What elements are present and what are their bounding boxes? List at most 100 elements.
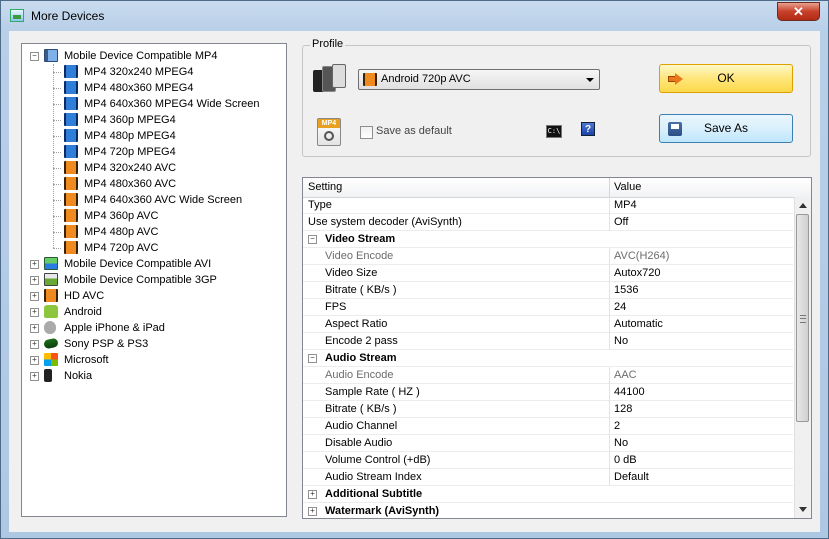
save-as-button[interactable]: Save As [659, 114, 793, 143]
tree-item-row[interactable]: MP4 720p MPEG4 [22, 144, 284, 160]
close-button[interactable]: ✕ [777, 2, 820, 21]
grid-property-row[interactable]: Encode 2 pass No [303, 333, 793, 350]
tree-item-row[interactable]: MP4 480p MPEG4 [22, 128, 284, 144]
expand-icon[interactable]: + [30, 292, 39, 301]
grid-property-row[interactable]: Disable Audio No [303, 435, 793, 452]
column-header-value[interactable]: Value [614, 181, 641, 193]
grid-setting-value[interactable]: Off [614, 216, 628, 228]
tree-group-row[interactable]: + Microsoft [22, 352, 284, 368]
grid-category-row[interactable]: − Video Stream [303, 231, 793, 248]
grid-property-row[interactable]: FPS 24 [303, 299, 793, 316]
expand-icon[interactable]: + [30, 356, 39, 365]
scroll-up-icon[interactable] [799, 203, 807, 208]
grid-setting-value[interactable]: AAC [614, 369, 637, 381]
grid-scrollbar[interactable] [794, 197, 811, 518]
collapse-icon[interactable]: − [308, 354, 317, 363]
grid-setting-value[interactable]: 24 [614, 301, 626, 313]
expand-icon[interactable]: + [30, 324, 39, 333]
ok-button[interactable]: OK [659, 64, 793, 93]
expand-icon[interactable]: + [308, 507, 317, 516]
grid-property-row[interactable]: Bitrate ( KB/s ) 128 [303, 401, 793, 418]
tree-group-row[interactable]: + Mobile Device Compatible 3GP [22, 272, 284, 288]
grid-property-row[interactable]: Video Encode AVC(H264) [303, 248, 793, 265]
expand-icon[interactable]: + [30, 260, 39, 269]
grid-category-row[interactable]: − Audio Stream [303, 350, 793, 367]
grid-property-row[interactable]: Audio Channel 2 [303, 418, 793, 435]
grid-category-row[interactable]: + Watermark (AviSynth) [303, 503, 793, 518]
grid-property-row[interactable]: Audio Encode AAC [303, 367, 793, 384]
tree-item-row[interactable]: MP4 480x360 AVC [22, 176, 284, 192]
grid-setting-value[interactable]: No [614, 335, 628, 347]
grid-property-row[interactable]: Use system decoder (AviSynth) Off [303, 214, 793, 231]
grid-setting-value[interactable]: 2 [614, 420, 620, 432]
device-tree[interactable]: − Mobile Device Compatible MP4 MP4 320x240… [21, 43, 287, 517]
grid-setting-value[interactable]: 1536 [614, 284, 638, 296]
floppy-disk-icon [668, 122, 682, 136]
tree-item-label: MP4 360p MPEG4 [84, 114, 176, 126]
tree-group-row[interactable]: + Android [22, 304, 284, 320]
collapse-icon[interactable]: − [30, 52, 39, 61]
tree-group-label: Mobile Device Compatible 3GP [64, 274, 217, 286]
grid-property-row[interactable]: Aspect Ratio Automatic [303, 316, 793, 333]
tree-group-row[interactable]: − Mobile Device Compatible MP4 [22, 48, 284, 64]
tree-item-row[interactable]: MP4 640x360 MPEG4 Wide Screen [22, 96, 284, 112]
settings-grid[interactable]: Setting Value Type MP4 Use system decoder … [302, 177, 812, 519]
tree-group-row[interactable]: + Nokia [22, 368, 284, 384]
tree-group-row[interactable]: + Mobile Device Compatible AVI [22, 256, 284, 272]
grid-property-row[interactable]: Audio Stream Index Default [303, 469, 793, 486]
expand-icon[interactable]: + [30, 308, 39, 317]
film-blue-icon [64, 129, 78, 142]
grid-setting-value[interactable]: 0 dB [614, 454, 637, 466]
expand-icon[interactable]: + [308, 490, 317, 499]
tree-item-row[interactable]: MP4 360p MPEG4 [22, 112, 284, 128]
tree-item-row[interactable]: MP4 320x240 MPEG4 [22, 64, 284, 80]
grid-setting-value[interactable]: Autox720 [614, 267, 660, 279]
grid-setting-value[interactable]: MP4 [614, 199, 637, 211]
tree-item-label: MP4 720p MPEG4 [84, 146, 176, 158]
tree-item-row[interactable]: MP4 720p AVC [22, 240, 284, 256]
grid-setting-value[interactable]: Default [614, 471, 649, 483]
column-header-setting[interactable]: Setting [308, 181, 342, 193]
save-as-default-checkbox[interactable] [360, 126, 373, 139]
grid-setting-name: Audio Stream Index [325, 471, 422, 483]
film-orange-icon [64, 241, 78, 254]
expand-icon[interactable]: + [30, 372, 39, 381]
collapse-icon[interactable]: − [308, 235, 317, 244]
grid-property-row[interactable]: Video Size Autox720 [303, 265, 793, 282]
scroll-down-icon[interactable] [799, 507, 807, 512]
grid-setting-name: Disable Audio [325, 437, 393, 449]
grid-category-row[interactable]: + Additional Subtitle [303, 486, 793, 503]
grid-setting-value[interactable]: 128 [614, 403, 632, 415]
film-blue-icon [64, 145, 78, 158]
android-icon [44, 305, 58, 318]
3gp-group-icon [44, 273, 58, 286]
scroll-thumb[interactable] [796, 214, 809, 422]
tree-group-row[interactable]: + Apple iPhone & iPad [22, 320, 284, 336]
grid-setting-value[interactable]: 44100 [614, 386, 645, 398]
grid-property-row[interactable]: Volume Control (+dB) 0 dB [303, 452, 793, 469]
save-as-default-label[interactable]: Save as default [376, 125, 452, 137]
grid-property-row[interactable]: Bitrate ( KB/s ) 1536 [303, 282, 793, 299]
grid-setting-value[interactable]: No [614, 437, 628, 449]
tree-item-row[interactable]: MP4 360p AVC [22, 208, 284, 224]
tree-item-row[interactable]: MP4 480p AVC [22, 224, 284, 240]
tree-item-row[interactable]: MP4 480x360 MPEG4 [22, 80, 284, 96]
tree-group-row[interactable]: + HD AVC [22, 288, 284, 304]
grid-property-row[interactable]: Type MP4 [303, 197, 793, 214]
film-orange-icon [64, 161, 78, 174]
tree-item-label: MP4 640x360 AVC Wide Screen [84, 194, 243, 206]
grid-setting-value[interactable]: Automatic [614, 318, 663, 330]
help-icon[interactable]: ? [581, 122, 595, 136]
expand-icon[interactable]: + [30, 276, 39, 285]
title-bar[interactable]: More Devices ✕ [1, 1, 828, 31]
command-line-icon[interactable]: C:\ [546, 125, 562, 138]
grid-property-row[interactable]: Sample Rate ( HZ ) 44100 [303, 384, 793, 401]
grid-setting-name: Use system decoder (AviSynth) [308, 216, 462, 228]
film-orange-icon [64, 225, 78, 238]
tree-group-row[interactable]: + Sony PSP & PS3 [22, 336, 284, 352]
profile-select[interactable]: Android 720p AVC [358, 69, 600, 90]
tree-item-row[interactable]: MP4 640x360 AVC Wide Screen [22, 192, 284, 208]
expand-icon[interactable]: + [30, 340, 39, 349]
grid-setting-value[interactable]: AVC(H264) [614, 250, 669, 262]
tree-item-row[interactable]: MP4 320x240 AVC [22, 160, 284, 176]
